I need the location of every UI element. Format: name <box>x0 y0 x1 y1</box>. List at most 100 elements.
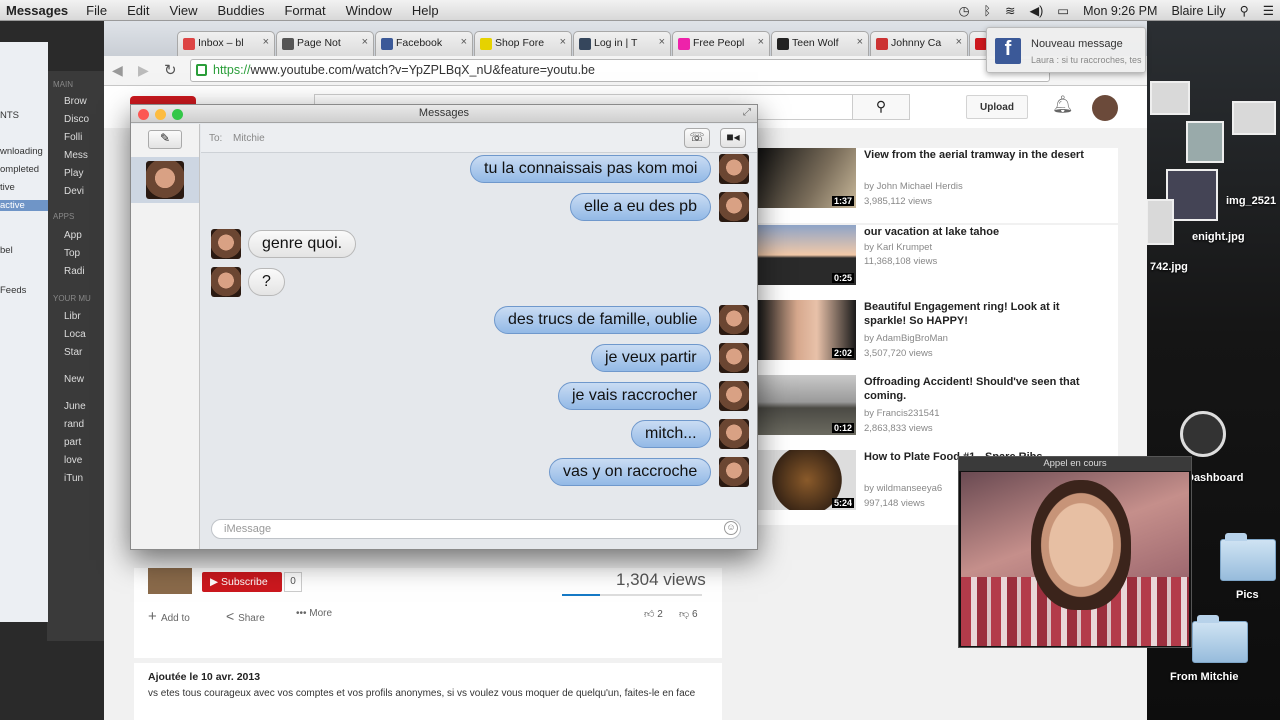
recipient-name[interactable]: Mitchie <box>233 133 265 144</box>
desktop-file-label[interactable]: 742.jpg <box>1150 261 1188 273</box>
close-icon[interactable]: × <box>758 36 764 48</box>
itunes-item[interactable]: part <box>64 437 81 448</box>
outgoing-message[interactable]: je veux partir <box>591 344 711 372</box>
from-mitchie-folder-label[interactable]: From Mitchie <box>1170 671 1238 683</box>
tab-free-people[interactable]: Free Peopl × <box>672 31 770 56</box>
video-title[interactable]: View from the aerial tramway in the dese… <box>864 148 1104 162</box>
phone-icon[interactable]: ☏ <box>684 128 710 148</box>
close-icon[interactable]: × <box>362 36 368 48</box>
finder-item[interactable]: bel <box>0 245 13 256</box>
incoming-message[interactable]: ? <box>248 268 285 296</box>
spotlight-icon[interactable]: ⚲ <box>1240 3 1249 18</box>
url-bar[interactable]: https://www.youtube.com/watch?v=YpZPLBqX… <box>190 59 1050 82</box>
forward-icon[interactable]: ▶ <box>138 62 149 79</box>
tab-gmail[interactable]: Inbox – bl × <box>177 31 275 56</box>
facebook-notification[interactable]: f Nouveau message Laura : si tu raccroch… <box>986 27 1146 73</box>
menu-help[interactable]: Help <box>412 3 439 18</box>
itunes-item[interactable]: Mess <box>64 150 88 161</box>
desktop-photo[interactable] <box>1232 101 1276 135</box>
pics-folder-label[interactable]: Pics <box>1236 589 1259 601</box>
wifi-icon[interactable]: ≋ <box>1005 3 1015 18</box>
desktop-file-label[interactable]: img_2521 <box>1226 195 1276 207</box>
video-channel[interactable]: by Karl Krumpet <box>864 242 932 253</box>
desktop-photo[interactable] <box>1186 121 1224 163</box>
tab-teen-wolf[interactable]: Teen Wolf × <box>771 31 869 56</box>
avatar[interactable] <box>1092 95 1118 121</box>
itunes-item[interactable]: Libr <box>64 311 81 322</box>
menu-view[interactable]: View <box>170 3 198 18</box>
itunes-item[interactable]: App <box>64 230 82 241</box>
notification-center-icon[interactable]: ☰ <box>1263 3 1274 18</box>
close-icon[interactable]: × <box>263 36 269 48</box>
dislike-button[interactable]: 👎︎ 6 <box>679 608 698 620</box>
tab-facebook[interactable]: Facebook × <box>375 31 473 56</box>
reload-icon[interactable]: ↻ <box>164 61 177 79</box>
bell-icon[interactable]: 🔔︎ <box>1052 95 1074 115</box>
video-title[interactable]: Offroading Accident! Should've seen that… <box>864 375 1104 403</box>
message-input[interactable]: iMessage <box>211 519 741 539</box>
finder-item[interactable]: ompleted <box>0 164 39 175</box>
facetime-call-window[interactable]: Appel en cours <box>958 456 1192 648</box>
itunes-item[interactable]: Play <box>64 168 83 179</box>
time-machine-icon[interactable]: ◷ <box>959 3 970 18</box>
minimize-button[interactable] <box>155 109 166 120</box>
menu-edit[interactable]: Edit <box>127 3 149 18</box>
zoom-button[interactable] <box>172 109 183 120</box>
itunes-item[interactable]: Brow <box>64 96 87 107</box>
menu-file[interactable]: File <box>86 3 107 18</box>
subscribe-button[interactable]: ▶ Subscribe <box>202 572 282 592</box>
menu-buddies[interactable]: Buddies <box>217 3 264 18</box>
close-icon[interactable]: × <box>857 36 863 48</box>
menu-user[interactable]: Blaire Lily <box>1171 4 1225 18</box>
emoji-icon[interactable]: ☺ <box>724 521 738 535</box>
related-video[interactable]: 2:02 Beautiful Engagement ring! Look at … <box>758 300 1118 375</box>
desktop-file-label[interactable]: enight.jpg <box>1192 231 1245 243</box>
bluetooth-icon[interactable]: ᛒ <box>984 4 992 18</box>
incoming-message[interactable]: genre quoi. <box>248 230 357 258</box>
video-channel[interactable]: by John Michael Herdis <box>864 181 963 192</box>
upload-button[interactable]: Upload <box>966 95 1028 119</box>
video-channel[interactable]: by AdamBigBroMan <box>864 333 948 344</box>
close-icon[interactable]: × <box>956 36 962 48</box>
finder-item-selected[interactable]: active <box>0 200 48 211</box>
messages-title-bar[interactable]: Messages ⤢ <box>131 105 757 123</box>
video-call-icon[interactable]: ■◂ <box>720 128 746 148</box>
share-button[interactable]: < Share <box>226 608 265 624</box>
finder-item[interactable]: NTS <box>0 110 19 121</box>
itunes-item[interactable]: Devi <box>64 186 84 197</box>
video-title[interactable]: Beautiful Engagement ring! Look at it sp… <box>864 300 1104 328</box>
like-button[interactable]: 👍︎ 2 <box>644 608 663 620</box>
video-title[interactable]: our vacation at lake tahoe <box>864 225 1104 239</box>
outgoing-message[interactable]: je vais raccrocher <box>558 382 712 410</box>
compose-icon[interactable]: ✎ <box>148 130 182 149</box>
tab-tumblr[interactable]: Log in | T × <box>573 31 671 56</box>
video-thumbnail[interactable]: 2:02 <box>758 300 856 360</box>
outgoing-message[interactable]: des trucs de famille, oublie <box>494 306 712 334</box>
finder-item[interactable]: tive <box>0 182 15 193</box>
itunes-item[interactable]: rand <box>64 419 84 430</box>
conversation-item-mitchie[interactable] <box>131 157 199 203</box>
outgoing-message[interactable]: elle a eu des pb <box>570 193 711 221</box>
itunes-item[interactable]: love <box>64 455 82 466</box>
tab-shop[interactable]: Shop Fore × <box>474 31 572 56</box>
video-thumbnail[interactable]: 1:37 <box>758 148 856 208</box>
close-icon[interactable]: × <box>659 36 665 48</box>
finder-item[interactable]: Feeds <box>0 285 26 296</box>
desktop-photo[interactable] <box>1146 199 1174 245</box>
outgoing-message[interactable]: vas y on raccroche <box>549 458 712 486</box>
volume-icon[interactable]: ◀) <box>1030 3 1044 18</box>
menu-app-name[interactable]: Messages <box>6 3 68 18</box>
from-mitchie-folder-icon[interactable] <box>1192 615 1248 663</box>
itunes-item[interactable]: iTun <box>64 473 83 484</box>
itunes-item[interactable]: Star <box>64 347 82 358</box>
related-video[interactable]: 0:25 our vacation at lake tahoe by Karl … <box>758 225 1118 300</box>
menu-format[interactable]: Format <box>284 3 325 18</box>
itunes-item[interactable]: Radi <box>64 266 85 277</box>
more-button[interactable]: ••• More <box>296 608 332 619</box>
itunes-item[interactable]: Loca <box>64 329 86 340</box>
menu-window[interactable]: Window <box>346 3 392 18</box>
close-icon[interactable]: × <box>461 36 467 48</box>
outgoing-message[interactable]: tu la connaissais pas kom moi <box>470 155 712 183</box>
close-icon[interactable]: × <box>560 36 566 48</box>
add-to-button[interactable]: + Add to <box>148 608 190 625</box>
